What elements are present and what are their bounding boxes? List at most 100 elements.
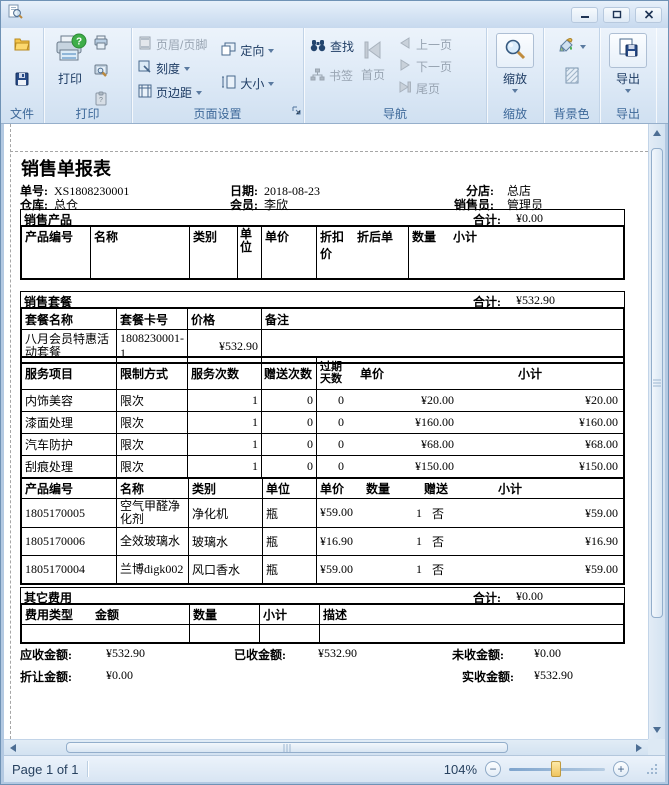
minus-icon: − bbox=[489, 763, 496, 775]
orientation-icon bbox=[221, 42, 236, 59]
total-value: ¥0.00 bbox=[516, 211, 543, 226]
total-label: 合计: bbox=[473, 589, 501, 606]
vertical-scrollbar[interactable] bbox=[648, 124, 665, 739]
minimize-button[interactable] bbox=[571, 7, 598, 23]
received-value: ¥532.90 bbox=[318, 646, 357, 660]
nav-group: 查找 书签 首页 上一页 下一页 bbox=[304, 28, 487, 123]
close-button[interactable] bbox=[635, 7, 662, 23]
col-header: 赠送 bbox=[424, 480, 470, 497]
file-group-label: 文件 bbox=[1, 105, 43, 122]
file-group: 文件 bbox=[1, 28, 44, 123]
orientation-button[interactable]: 定向 bbox=[219, 41, 276, 60]
service-subtotal: ¥20.00 bbox=[454, 393, 620, 408]
margins-icon bbox=[138, 84, 152, 101]
open-button[interactable] bbox=[12, 35, 32, 58]
orientation-label: 定向 bbox=[240, 42, 264, 59]
product-subtotal: ¥59.00 bbox=[474, 506, 620, 521]
find-button[interactable]: 查找 bbox=[308, 37, 356, 56]
save-floppy-icon bbox=[14, 71, 30, 92]
scroll-right-button[interactable] bbox=[632, 740, 646, 755]
print-settings-button[interactable] bbox=[92, 62, 110, 84]
col-header: 单价 bbox=[352, 365, 440, 382]
zoom-slider-thumb[interactable] bbox=[551, 761, 561, 777]
margin-guide-horizontal bbox=[10, 151, 648, 152]
product-qty: 1 bbox=[360, 562, 422, 577]
export-button[interactable]: 导出 bbox=[604, 31, 652, 106]
export-button-label: 导出 bbox=[616, 70, 640, 87]
last-page-label: 尾页 bbox=[416, 80, 440, 97]
col-header: 数量 bbox=[366, 480, 424, 497]
save-button[interactable] bbox=[13, 70, 31, 93]
service-limit: 限次 bbox=[117, 434, 188, 456]
product-price: ¥59.00 bbox=[320, 506, 360, 520]
section-title: 其它费用 bbox=[24, 589, 72, 606]
print-button[interactable]: ? 打印 bbox=[48, 31, 92, 106]
service-count: 1 bbox=[188, 412, 262, 434]
arrow-down-icon bbox=[653, 727, 661, 733]
col-header: 服务项目 bbox=[22, 358, 117, 390]
package-products-table: 产品编号 名称 类别 单位 单价数量赠送小计 1805170005 空气甲醛净化… bbox=[21, 478, 624, 584]
product-code: 1805170006 bbox=[22, 528, 117, 556]
watermark-button[interactable] bbox=[564, 66, 580, 90]
header-footer-label: 页眉/页脚 bbox=[156, 36, 207, 53]
print-group-label: 打印 bbox=[44, 105, 131, 122]
service-limit: 限次 bbox=[117, 456, 188, 478]
horizontal-scroll-thumb[interactable] bbox=[66, 742, 508, 753]
margins-button[interactable]: 页边距 bbox=[136, 83, 209, 102]
other-fees-table: 费用类型金额 数量 小计 描述 bbox=[21, 604, 624, 643]
zoom-in-button[interactable]: + bbox=[613, 761, 629, 777]
product-unit: 瓶 bbox=[263, 556, 317, 584]
col-header: 小计 bbox=[260, 605, 320, 625]
scale-button[interactable]: 刻度 bbox=[136, 59, 209, 78]
open-folder-icon bbox=[13, 36, 31, 57]
prev-page-button: 上一页 bbox=[396, 35, 454, 54]
thumb-grip bbox=[284, 744, 291, 752]
last-page-icon bbox=[398, 81, 412, 96]
dialog-launcher-icon[interactable] bbox=[292, 102, 301, 120]
titlebar[interactable] bbox=[1, 1, 668, 28]
size-button[interactable]: 大小 bbox=[219, 74, 276, 93]
background-color-button[interactable] bbox=[556, 36, 588, 57]
service-price: ¥68.00 bbox=[362, 437, 454, 452]
product-unit: 瓶 bbox=[263, 528, 317, 556]
svg-text:?: ? bbox=[99, 97, 103, 104]
product-gift: 否 bbox=[422, 505, 474, 522]
cell bbox=[22, 625, 190, 643]
service-row: 漆面处理 限次 1 0 0¥160.00¥160.00 bbox=[22, 412, 624, 434]
product-code: 1805170005 bbox=[22, 499, 117, 528]
product-values: ¥59.001否¥59.00 bbox=[317, 499, 624, 528]
service-count: 1 bbox=[188, 456, 262, 478]
zoom-percent: 104% bbox=[444, 762, 477, 777]
col-header: 类别 bbox=[190, 227, 238, 279]
status-bar: Page 1 of 1 104% − + bbox=[4, 755, 665, 782]
zoom-out-button[interactable]: − bbox=[485, 761, 501, 777]
sitemap-icon bbox=[310, 68, 325, 84]
quick-print-button[interactable] bbox=[92, 34, 110, 56]
bgcolor-group: 背景色 bbox=[544, 28, 600, 123]
col-header: 名称 bbox=[117, 479, 189, 499]
maximize-button[interactable] bbox=[603, 7, 630, 23]
binoculars-icon bbox=[310, 39, 326, 55]
vertical-scroll-thumb[interactable] bbox=[651, 148, 663, 618]
status-separator bbox=[87, 761, 88, 777]
prev-page-icon bbox=[398, 37, 412, 52]
service-name: 刮痕处理 bbox=[22, 456, 117, 478]
col-header: 数量 bbox=[412, 230, 436, 244]
col-header: 折扣 bbox=[320, 230, 344, 244]
zoom-slider[interactable] bbox=[509, 761, 605, 777]
close-icon bbox=[644, 6, 654, 24]
scroll-left-button[interactable] bbox=[6, 740, 20, 755]
product-qty: 1 bbox=[360, 506, 422, 521]
resize-grip[interactable] bbox=[647, 764, 657, 774]
zoom-button[interactable]: 缩放 bbox=[491, 31, 539, 106]
product-row: 1805170004 兰博digk002 风口香水 瓶 ¥59.001否¥59.… bbox=[22, 556, 624, 584]
scroll-up-button[interactable] bbox=[649, 126, 665, 140]
scroll-down-button[interactable] bbox=[649, 723, 665, 737]
col-header-pair: 数量小计 bbox=[409, 227, 624, 279]
horizontal-scrollbar[interactable] bbox=[4, 739, 648, 755]
window-preview-icon bbox=[7, 4, 23, 25]
bgcolor-group-label: 背景色 bbox=[544, 105, 599, 122]
arrow-right-icon bbox=[636, 744, 642, 752]
chevron-down-icon bbox=[268, 82, 274, 86]
service-name: 漆面处理 bbox=[22, 412, 117, 434]
